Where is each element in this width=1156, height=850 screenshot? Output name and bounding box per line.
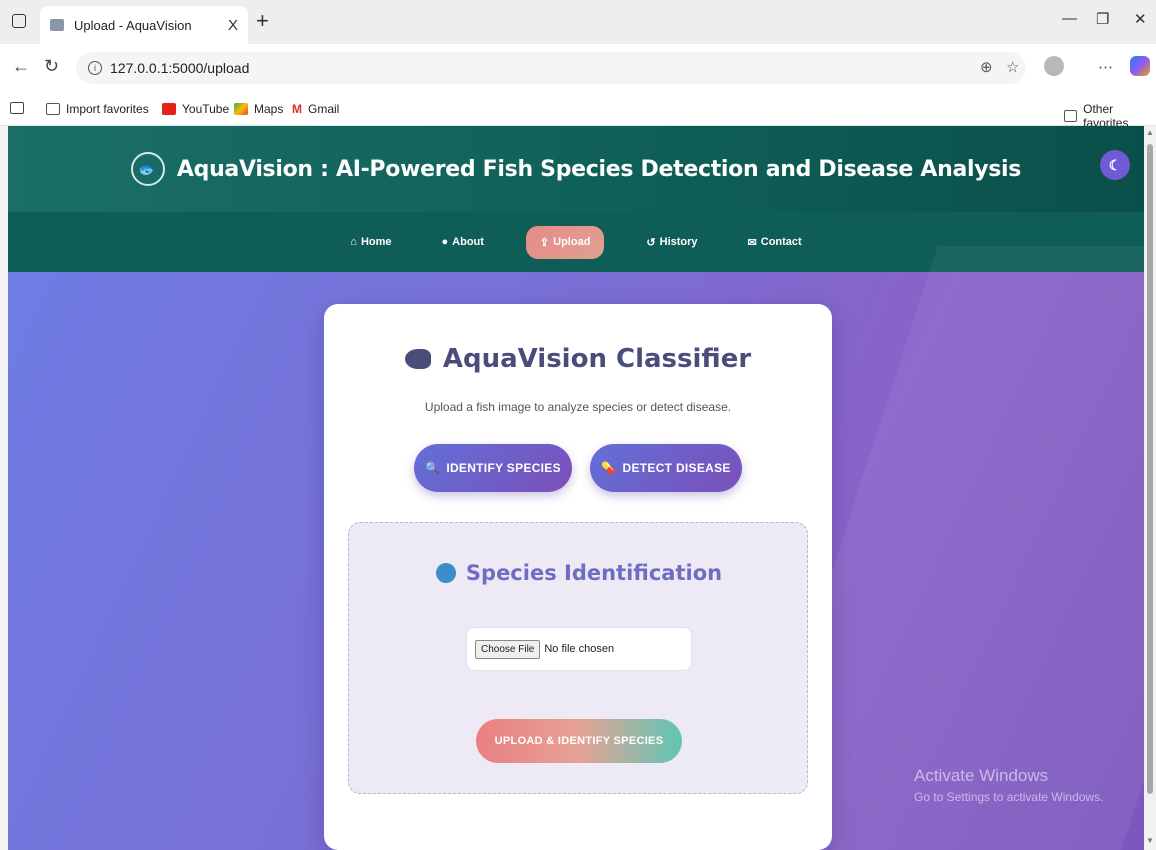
history-icon: ↺ [646, 236, 656, 249]
refresh-icon[interactable]: ↻ [44, 56, 59, 77]
upload-icon: ⇪ [539, 236, 550, 249]
bookmark-youtube[interactable]: YouTube [162, 102, 229, 116]
bookmark-import-favorites[interactable]: Import favorites [46, 102, 149, 116]
detect-disease-button[interactable]: 💊 DETECT DISEASE [590, 444, 742, 492]
tab-favicon-icon [50, 19, 64, 31]
copilot-icon[interactable] [1130, 56, 1150, 76]
site-info-icon[interactable]: i [88, 61, 102, 75]
url-text: 127.0.0.1:5000/upload [110, 60, 250, 76]
new-tab-icon[interactable]: + [256, 8, 269, 34]
scroll-down-icon[interactable]: ▼ [1146, 836, 1154, 845]
windows-activation-watermark: Activate Windows Go to Settings to activ… [914, 766, 1104, 804]
browser-tab[interactable]: Upload - AquaVision X [40, 6, 248, 44]
window-close-icon[interactable]: ✕ [1134, 10, 1147, 28]
back-icon[interactable]: ← [12, 56, 30, 77]
site-header: 🐟 AquaVision : AI-Powered Fish Species D… [8, 126, 1144, 212]
tab-title: Upload - AquaVision [74, 17, 192, 33]
upload-dropzone: Species Identification Choose File No fi… [348, 522, 808, 794]
mail-icon: ✉ [747, 236, 757, 249]
card-subtitle: Upload a fish image to analyze species o… [424, 400, 732, 414]
tab-actions-icon[interactable] [12, 14, 26, 28]
favorite-star-icon[interactable]: ☆ [1006, 58, 1019, 76]
page-content: 🐟 AquaVision : AI-Powered Fish Species D… [8, 126, 1144, 850]
bookmark-maps[interactable]: Maps [234, 102, 283, 116]
profile-avatar[interactable] [1044, 56, 1064, 76]
address-bar-row: ← ↻ i 127.0.0.1:5000/upload ⊕ ☆ ⋯ [0, 44, 1156, 92]
gmail-icon: M [292, 102, 302, 116]
search-icon: 🔍 [425, 461, 441, 475]
file-input[interactable]: Choose File No file chosen [466, 627, 692, 671]
nav-home[interactable]: ⌂ Home [342, 226, 399, 258]
nav-upload[interactable]: ⇪ Upload [525, 225, 605, 259]
fish-globe-icon [435, 563, 456, 583]
identify-species-button[interactable]: 🔍 IDENTIFY SPECIES [414, 444, 572, 492]
page-scrollbar[interactable]: ▲ ▼ [1144, 126, 1156, 850]
home-icon: ⌂ [350, 236, 357, 248]
pill-icon: 💊 [601, 461, 617, 475]
card-title: AquaVision Classifier [324, 344, 832, 374]
tab-close-icon[interactable]: X [228, 17, 238, 34]
sidebar-toggle-icon[interactable] [10, 102, 24, 114]
browser-tab-bar: Upload - AquaVision X + — ❐ ✕ [0, 0, 1156, 44]
fish-icon [404, 349, 431, 369]
site-title: AquaVision : AI-Powered Fish Species Det… [176, 156, 1022, 182]
fish-logo-icon: 🐟 [130, 152, 165, 186]
classifier-card: AquaVision Classifier Upload a fish imag… [324, 304, 832, 850]
maps-icon [234, 103, 248, 115]
dark-mode-toggle[interactable]: ☾ [1100, 150, 1130, 180]
zoom-icon[interactable]: ⊕ [980, 58, 993, 76]
folder-icon [1064, 110, 1078, 122]
info-icon: ● [441, 236, 449, 248]
minimize-icon[interactable]: — [1062, 10, 1077, 27]
address-input[interactable]: i 127.0.0.1:5000/upload [76, 52, 1026, 84]
bookmark-gmail[interactable]: M Gmail [292, 102, 339, 116]
bookmarks-bar: Import favorites YouTube Maps M Gmail Ot… [0, 92, 1156, 130]
choose-file-button[interactable]: Choose File [475, 639, 541, 659]
upload-identify-button[interactable]: UPLOAD & IDENTIFY SPECIES [476, 719, 682, 763]
nav-history[interactable]: ↺ History [638, 226, 705, 259]
youtube-icon [162, 103, 176, 115]
section-title: Species Identification [349, 561, 809, 585]
main-nav: ⌂ Home ● About ⇪ Upload ↺ History ✉ Cont… [8, 212, 1144, 272]
folder-icon [46, 103, 60, 115]
file-status: No file chosen [544, 643, 615, 655]
scroll-up-icon[interactable]: ▲ [1146, 128, 1154, 137]
more-menu-icon[interactable]: ⋯ [1098, 58, 1113, 76]
scrollbar-thumb[interactable] [1147, 144, 1153, 794]
nav-contact[interactable]: ✉ Contact [740, 226, 810, 259]
restore-icon[interactable]: ❐ [1096, 10, 1109, 28]
nav-about[interactable]: ● About [434, 226, 492, 258]
